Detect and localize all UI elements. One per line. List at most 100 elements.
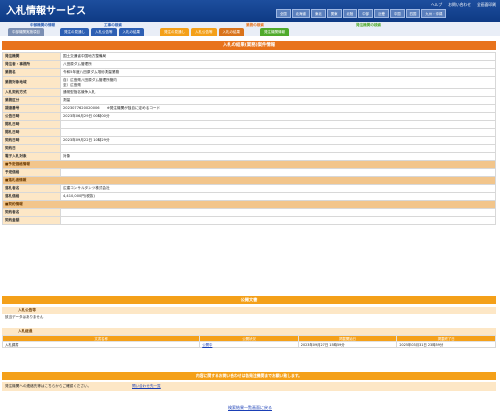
detail-row: ■落札者情報 — [2, 176, 496, 185]
back-to-results-link[interactable]: 検索結果一覧画面に戻る — [228, 405, 272, 410]
field-value: 対象 — [60, 152, 496, 161]
documents-table: 文書名称 公開状況 掲載開始日 掲載終了日 入札調書 公開中 2023年09月2… — [1, 335, 496, 348]
detail-row: 業務区分 測量 — [2, 96, 496, 105]
detail-row: 発注者・事務所 八田原ダム管理所 — [2, 60, 496, 69]
header: 入札情報サービス ヘルプ お問い合わせ 全画面印刷 全国 北海道 東北 関東 北… — [0, 0, 500, 22]
detail-row: 落札者名 広建コンサルタンツ株式会社 — [2, 184, 496, 193]
detail-row: 業務対象地域 自）広島県八田原ダム管理所管内 至）広島県 — [2, 76, 496, 89]
doc-name: 入札調書 — [1, 341, 201, 348]
field-label: 契約日時 — [2, 136, 61, 145]
tab-agency-info[interactable]: 発注機関情報 — [260, 28, 289, 36]
detail-row: 落札価格 4,410,000円(税抜) — [2, 192, 496, 201]
detail-row: 業務名 令和5年度八田原ダム堆砂測量業務 — [2, 68, 496, 77]
field-label: 電子入札対象 — [2, 152, 61, 161]
detail-row: ■予定価格情報 — [2, 160, 496, 169]
detail-row: 契約金額 — [2, 216, 496, 225]
detail-row: 契約日 — [2, 144, 496, 153]
field-value — [60, 144, 496, 153]
detail-title: 入札の結果(業務)案件情報 — [2, 41, 496, 50]
field-value: 広建コンサルタンツ株式会社 — [60, 184, 496, 193]
field-label: 発注者・事務所 — [2, 60, 61, 69]
contact-link[interactable]: お問い合わせ — [448, 2, 471, 8]
region-tab[interactable]: 東北 — [310, 9, 326, 18]
detail-row: 開札日時 — [2, 120, 496, 129]
tab-construction-notices[interactable]: 入札公告等 — [91, 28, 117, 36]
detail-row: 予定価格 — [2, 168, 496, 177]
field-label: 開札日時 — [2, 120, 61, 129]
field-value — [60, 208, 496, 217]
field-value: 2023077620020006 ※発注機関が独自に定めるコード — [60, 104, 496, 113]
field-label: 調達番号 — [2, 104, 61, 113]
region-tabs: 全国 北海道 東北 関東 北陸 中部 近畿 中国 四国 九州・沖縄 — [276, 9, 498, 18]
public-documents: 公開文書 入札公告等 該当データはありません 入札経過 文書名称 公開状況 掲載… — [1, 296, 496, 348]
detail-row: 公告日時 2023年06月29日 00時00分 — [2, 112, 496, 121]
detail-row: ■契約情報 — [2, 200, 496, 209]
field-label: 契約者名 — [2, 208, 61, 217]
region-tab[interactable]: 四国 — [405, 9, 421, 18]
field-value: 自）広島県八田原ダム管理所管内 至）広島県 — [60, 76, 496, 89]
documents-title: 公開文書 — [2, 296, 496, 304]
field-value: 八田原ダム管理所 — [60, 60, 496, 69]
field-value — [60, 128, 496, 137]
field-label: 公告日時 — [2, 112, 61, 121]
tab-construction-outlook[interactable]: 発注の見通し — [60, 28, 89, 36]
detail-row: 契約者名 — [2, 208, 496, 217]
field-label: 入札契約方式 — [2, 88, 61, 97]
tab-agency-items[interactable]: 中部機関実施項目 — [8, 28, 44, 36]
section-label: ■契約情報 — [2, 200, 496, 209]
field-value: 2023年09月22日 10時29分 — [60, 136, 496, 145]
field-value: 通常型指名競争入札 — [60, 88, 496, 97]
detail-row: 発注機関 国土交通省中国地方整備局 — [2, 52, 496, 61]
contact-row: 発注機関への連絡先等はこちらからご確認ください。 問い合わせ先一覧 — [2, 382, 496, 391]
field-value: 国土交通省中国地方整備局 — [60, 52, 496, 61]
contact-text: 発注機関への連絡先等はこちらからご確認ください。 — [5, 384, 92, 388]
region-tab[interactable]: 中国 — [389, 9, 405, 18]
field-value — [60, 216, 496, 225]
section-label: ■予定価格情報 — [2, 160, 496, 169]
field-value: 2023年06月29日 00時00分 — [60, 112, 496, 121]
field-label: 予定価格 — [2, 168, 61, 177]
notice-section-label: 入札公告等 — [2, 307, 496, 314]
field-label: 発注機関 — [2, 52, 61, 61]
field-label: 業務対象地域 — [2, 76, 61, 89]
contact-list-link[interactable]: 問い合わせ先一覧 — [132, 382, 161, 391]
region-tab[interactable]: 近畿 — [374, 9, 389, 18]
agency-search-label: 発注機関の検索 — [356, 23, 382, 27]
results-section-label: 入札経過 — [2, 328, 496, 335]
region-tab[interactable]: 中部 — [358, 9, 374, 18]
detail-row: 電子入札対象 対象 — [2, 152, 496, 161]
doc-status-link[interactable]: 公開中 — [199, 341, 299, 348]
help-link[interactable]: ヘルプ — [431, 2, 442, 8]
tab-construction-results[interactable]: 入札の結果 — [118, 28, 144, 36]
tab-service-results[interactable]: 入札の結果 — [218, 28, 244, 36]
site-logo[interactable]: 入札情報サービス — [6, 2, 86, 17]
region-tab[interactable]: 北陸 — [342, 9, 358, 18]
field-label: 契約日 — [2, 144, 61, 153]
field-value: 令和5年度八田原ダム堆砂測量業務 — [60, 68, 496, 77]
section-label: ■落札者情報 — [2, 176, 496, 185]
field-label: 開札日時 — [2, 128, 61, 137]
detail-table: 発注機関 国土交通省中国地方整備局 発注者・事務所 八田原ダム管理所 業務名 令和5年度八… — [2, 52, 496, 225]
doc-end: 2025年03月31日 23時59分 — [396, 341, 496, 348]
contact-bar: 内容に関するお問い合わせは各発注機関までお願い致します。 — [2, 372, 496, 380]
back-link-wrap: 検索結果一覧画面に戻る — [0, 405, 500, 411]
field-label: 業務区分 — [2, 96, 61, 105]
region-tab[interactable]: 北海道 — [291, 9, 310, 18]
top-links: ヘルプ お問い合わせ 全画面印刷 — [431, 2, 496, 8]
tab-service-outlook[interactable]: 発注の見通し — [160, 28, 189, 36]
field-label: 業務名 — [2, 68, 61, 77]
detail-row: 入札契約方式 通常型指名競争入札 — [2, 88, 496, 97]
table-row: 入札調書 公開中 2023年09月27日 15時59分 2025年03月31日 … — [1, 341, 496, 348]
field-label: 落札者名 — [2, 184, 61, 193]
region-tab[interactable]: 全国 — [276, 9, 291, 18]
field-value: 4,410,000円(税抜) — [60, 192, 496, 201]
tab-service-notices[interactable]: 入札公告等 — [191, 28, 217, 36]
region-tab[interactable]: 関東 — [326, 9, 342, 18]
fullscreen-print-link[interactable]: 全画面印刷 — [477, 2, 496, 8]
field-value: 測量 — [60, 96, 496, 105]
region-tab[interactable]: 九州・沖縄 — [421, 9, 447, 18]
detail-row: 契約日時 2023年09月22日 10時29分 — [2, 136, 496, 145]
detail-row: 開札日時 — [2, 128, 496, 137]
tabs-row: 中部機関実施項目 発注の見通し 入札公告等 入札の結果 発注の見通し 入札公告等… — [8, 28, 289, 36]
field-value — [60, 120, 496, 129]
